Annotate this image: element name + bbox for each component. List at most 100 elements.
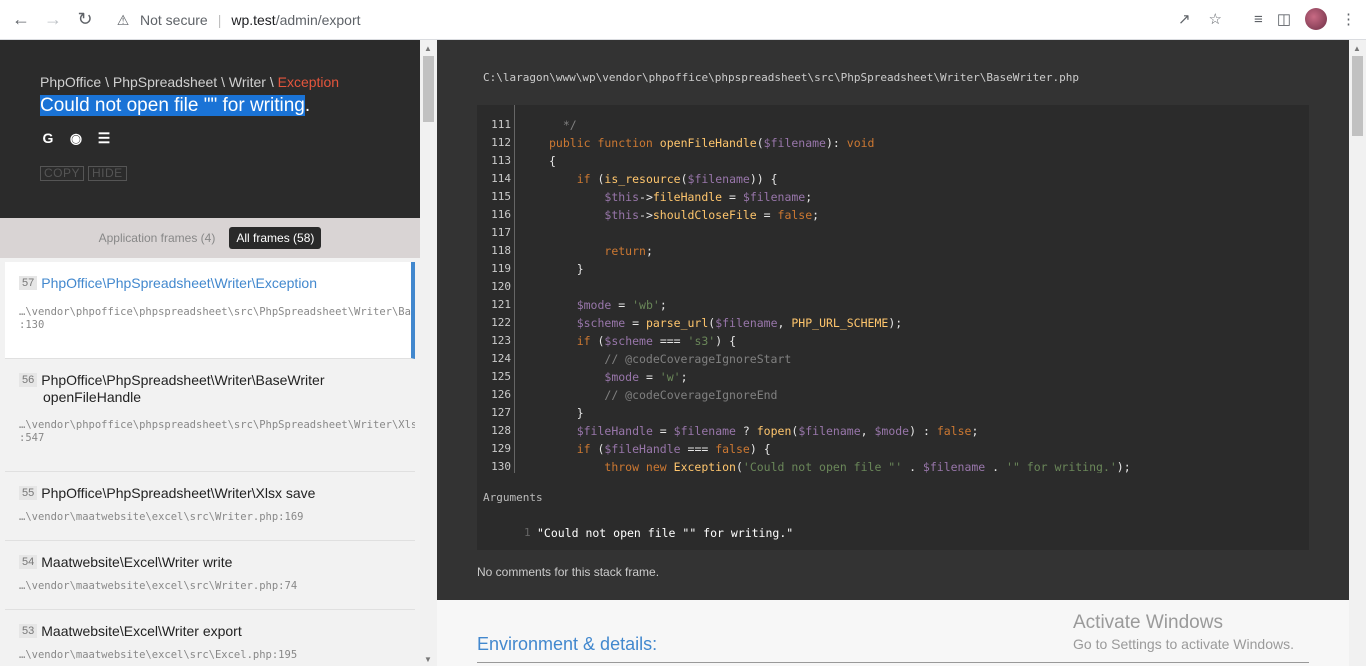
activate-windows-watermark: Activate Windows Go to Settings to activ… xyxy=(1073,612,1294,652)
frame-item[interactable]: 57 PhpOffice\PhpSpreadsheet\Writer\Except… xyxy=(5,262,415,359)
stackoverflow-search-icon[interactable]: ☰ xyxy=(96,130,112,146)
code-viewer: 111 */ 112 public function openFileHandle… xyxy=(477,105,1309,473)
warning-icon[interactable]: ⚠ xyxy=(114,11,132,29)
line-number: 112 xyxy=(491,136,511,149)
exception-namespace: PhpOffice \ PhpSpreadsheet \ Writer \ xyxy=(40,74,278,90)
code-line: if ($fileHandle === false) { xyxy=(576,442,771,456)
not-secure-label[interactable]: Not secure xyxy=(140,12,208,28)
hide-button[interactable]: HIDE xyxy=(88,166,127,181)
reload-icon[interactable]: ↻ xyxy=(70,5,100,35)
line-number: 127 xyxy=(491,406,511,419)
watermark-title: Activate Windows xyxy=(1073,612,1223,633)
code-line: $this->shouldCloseFile = false; xyxy=(604,208,820,222)
code-line: if ($scheme === 's3') { xyxy=(576,334,736,348)
code-line: throw new Exception('Could not open file… xyxy=(604,460,1131,473)
code-line: { xyxy=(549,154,556,168)
frame-item[interactable]: 56 PhpOffice\PhpSpreadsheet\Writer\BaseWr… xyxy=(5,359,415,472)
frame-file: …\vendor\phpoffice\phpspreadsheet\src\Ph… xyxy=(19,419,415,431)
frame-filter-tabs: Application frames (4) All frames (58) xyxy=(0,218,420,258)
frame-line: :130 xyxy=(19,319,45,331)
tab-all-frames[interactable]: All frames (58) xyxy=(229,227,322,249)
code-file-path[interactable]: C:\laragon\www\wp\vendor\phpoffice\phpsp… xyxy=(483,71,1079,84)
code-line: // @codeCoverageIgnoreStart xyxy=(604,352,792,366)
frame-class: Maatwebsite\Excel\Writer write xyxy=(41,553,233,570)
code-line: if (is_resource($filename)) { xyxy=(576,172,778,186)
code-line: public function openFileHandle($filename… xyxy=(549,136,875,150)
frame-class: PhpOffice\PhpSpreadsheet\Writer\Xlsx sav… xyxy=(41,484,316,501)
frame-item[interactable]: 54 Maatwebsite\Excel\Writer write …\vendo… xyxy=(5,541,415,610)
code-line: } xyxy=(549,262,584,276)
frame-line: :547 xyxy=(19,432,45,444)
environment-divider xyxy=(477,662,1309,663)
exception-class: PhpOffice \ PhpSpreadsheet \ Writer \ Ex… xyxy=(40,74,339,90)
exception-message-tail: . xyxy=(304,95,311,116)
back-arrow-icon[interactable]: ← xyxy=(6,5,36,35)
frame-class: PhpOffice\PhpSpreadsheet\Writer\BaseWrit… xyxy=(41,371,325,388)
frame-index: 55 xyxy=(19,485,38,500)
frame-file: …\vendor\maatwebsite\excel\src\Excel.php… xyxy=(19,649,298,661)
environment-section: Environment & details: Activate Windows … xyxy=(437,600,1349,666)
reading-list-icon[interactable]: ≡ xyxy=(1254,11,1263,28)
argument-value: "Could not open file "" for writing." xyxy=(537,526,794,540)
line-number: 115 xyxy=(491,190,511,203)
copy-button[interactable]: COPY xyxy=(40,166,85,181)
code-line: $this->fileHandle = $filename; xyxy=(604,190,813,204)
address-bar[interactable]: ⚠ Not secure | wp.test/admin/export ↗ ☆ xyxy=(106,6,1232,34)
line-number: 114 xyxy=(491,172,511,185)
environment-title: Environment & details: xyxy=(477,634,658,654)
scrollbar-thumb[interactable] xyxy=(1352,56,1363,136)
scroll-up-arrow-icon[interactable]: ▲ xyxy=(1353,44,1361,53)
watermark-subtitle: Go to Settings to activate Windows. xyxy=(1073,636,1294,652)
frame-index: 56 xyxy=(19,372,38,387)
code-panel: C:\laragon\www\wp\vendor\phpoffice\phpsp… xyxy=(437,40,1349,600)
scroll-down-arrow-icon[interactable]: ▼ xyxy=(424,655,432,664)
share-icon[interactable]: ↗ xyxy=(1178,10,1191,28)
exception-message: Could not open file "" for writing. xyxy=(40,95,310,117)
stack-frames-panel: PhpOffice \ PhpSpreadsheet \ Writer \ Ex… xyxy=(0,40,420,666)
frame-method: openFileHandle xyxy=(43,389,142,405)
frame-comments: No comments for this stack frame. xyxy=(477,565,660,579)
url-path[interactable]: /admin/export xyxy=(276,12,361,28)
kebab-menu-icon[interactable]: ⋮ xyxy=(1341,10,1356,28)
code-line: $mode = 'wb'; xyxy=(576,298,667,312)
url-host[interactable]: wp.test xyxy=(231,12,275,28)
code-line: $scheme = parse_url($filename, PHP_URL_S… xyxy=(576,316,903,330)
frame-index: 53 xyxy=(19,623,38,638)
frame-item[interactable]: 55 PhpOffice\PhpSpreadsheet\Writer\Xlsx s… xyxy=(5,472,415,541)
duckduckgo-search-icon[interactable]: ◉ xyxy=(68,130,84,146)
side-panel-icon[interactable]: ◫ xyxy=(1277,10,1291,28)
line-number: 124 xyxy=(491,352,511,365)
page-scrollbar[interactable]: ▲ xyxy=(1349,40,1366,666)
line-number: 129 xyxy=(491,442,511,455)
scrollbar-thumb[interactable] xyxy=(423,56,434,122)
profile-avatar[interactable] xyxy=(1305,8,1327,30)
line-number: 128 xyxy=(491,424,511,437)
left-panel-scrollbar[interactable]: ▲ ▼ xyxy=(420,40,437,666)
bookmark-star-icon[interactable]: ☆ xyxy=(1209,10,1222,28)
frame-file: …\vendor\phpoffice\phpspreadsheet\src\Ph… xyxy=(19,306,411,318)
line-number: 117 xyxy=(491,226,511,239)
forward-arrow-icon[interactable]: → xyxy=(38,5,68,35)
code-line: return; xyxy=(604,244,653,258)
line-number: 126 xyxy=(491,388,511,401)
frame-file: …\vendor\maatwebsite\excel\src\Writer.ph… xyxy=(19,580,298,592)
line-number: 120 xyxy=(491,280,511,293)
arguments-label: Arguments xyxy=(483,491,543,504)
line-number: 116 xyxy=(491,208,511,221)
frame-index: 57 xyxy=(19,275,38,290)
browser-toolbar: ← → ↻ ⚠ Not secure | wp.test/admin/expor… xyxy=(0,0,1366,40)
scroll-up-arrow-icon[interactable]: ▲ xyxy=(424,44,432,53)
code-line: // @codeCoverageIgnoreEnd xyxy=(604,388,778,402)
frame-item[interactable]: 53 Maatwebsite\Excel\Writer export …\vend… xyxy=(5,610,415,666)
frame-class: PhpOffice\PhpSpreadsheet\Writer\Exceptio… xyxy=(41,274,317,291)
tab-application-frames[interactable]: Application frames (4) xyxy=(99,231,216,245)
code-line: $mode = 'w'; xyxy=(604,370,688,384)
line-number: 125 xyxy=(491,370,511,383)
frame-file: …\vendor\maatwebsite\excel\src\Writer.ph… xyxy=(19,511,304,523)
frame-class: Maatwebsite\Excel\Writer export xyxy=(41,622,242,639)
line-number: 123 xyxy=(491,334,511,347)
line-number: 118 xyxy=(491,244,511,257)
line-number: 113 xyxy=(491,154,511,167)
line-number: 119 xyxy=(491,262,511,275)
google-search-icon[interactable]: G xyxy=(40,130,56,146)
